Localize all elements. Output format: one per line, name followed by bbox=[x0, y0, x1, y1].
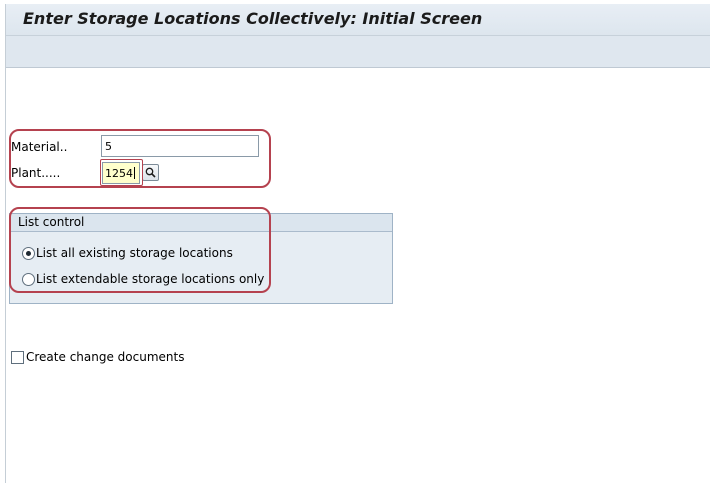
material-input[interactable]: 5 bbox=[101, 135, 259, 157]
radio-list-all-label[interactable]: List all existing storage locations bbox=[36, 246, 233, 260]
radio-selected-dot bbox=[26, 251, 31, 256]
list-control-header: List control bbox=[10, 214, 392, 232]
application-toolbar bbox=[6, 36, 710, 68]
material-input-value: 5 bbox=[105, 140, 112, 153]
magnifier-icon bbox=[145, 167, 156, 178]
plant-input-value: 1254 bbox=[105, 167, 133, 180]
create-change-documents-checkbox[interactable] bbox=[11, 351, 24, 364]
plant-input[interactable]: 1254 bbox=[102, 162, 140, 184]
plant-value-help-button[interactable] bbox=[142, 164, 159, 181]
sap-window: Enter Storage Locations Collectively: In… bbox=[5, 4, 710, 483]
title-bar: Enter Storage Locations Collectively: In… bbox=[6, 4, 710, 36]
radio-list-extendable[interactable] bbox=[22, 273, 35, 286]
list-control-title: List control bbox=[18, 215, 85, 229]
material-label: Material.. bbox=[11, 140, 68, 154]
page-title: Enter Storage Locations Collectively: In… bbox=[23, 9, 483, 28]
radio-list-extendable-label[interactable]: List extendable storage locations only bbox=[36, 272, 264, 286]
create-change-documents-label[interactable]: Create change documents bbox=[26, 350, 184, 364]
plant-label: Plant..... bbox=[11, 166, 61, 180]
text-cursor bbox=[134, 167, 135, 179]
radio-list-all[interactable] bbox=[22, 247, 35, 260]
list-control-group: List control List all existing storage l… bbox=[9, 213, 393, 304]
